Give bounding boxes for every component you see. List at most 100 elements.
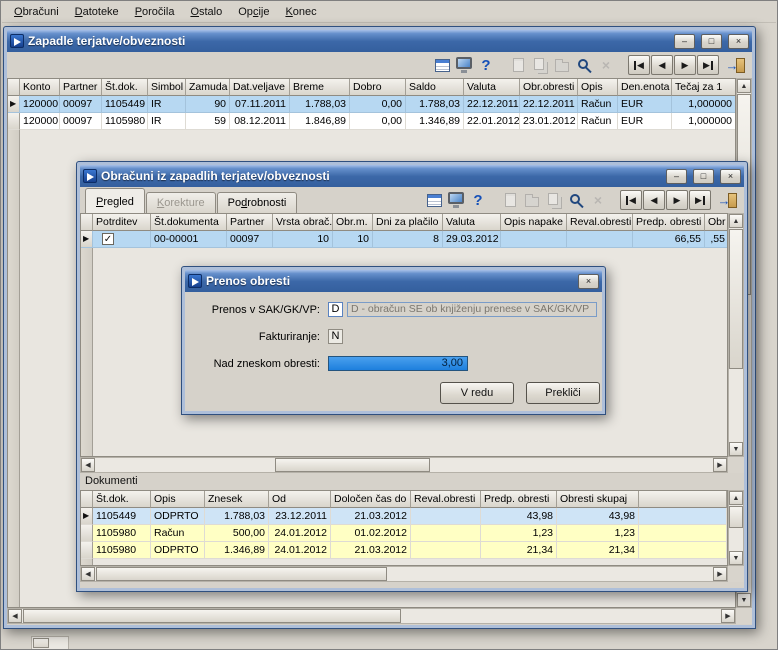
column-header[interactable]: Št.dokumenta xyxy=(151,214,227,231)
potrditev-checkbox[interactable]: ✓ xyxy=(102,233,114,245)
column-header[interactable]: Tečaj za 1 xyxy=(672,79,735,96)
scrollbar-thumb[interactable] xyxy=(729,229,743,370)
column-header[interactable]: Potrditev xyxy=(93,214,151,231)
nav-prev-button[interactable]: ◀ xyxy=(643,190,665,210)
delete-button[interactable]: × xyxy=(587,189,609,211)
column-header[interactable]: Dobro xyxy=(350,79,406,96)
column-header[interactable]: Vrsta obrač. xyxy=(273,214,333,231)
column-header[interactable]: Predp. obresti xyxy=(481,491,557,508)
scroll-right-button[interactable]: ▶ xyxy=(713,458,727,472)
column-header[interactable]: Breme xyxy=(290,79,350,96)
column-header[interactable]: Obr.obresti xyxy=(520,79,578,96)
scroll-right-button[interactable]: ▶ xyxy=(713,567,727,581)
menu-konec[interactable]: Konec xyxy=(277,3,324,21)
copy-button[interactable] xyxy=(529,54,551,76)
column-header[interactable]: Simbol xyxy=(148,79,186,96)
column-header[interactable]: Den.enota xyxy=(618,79,672,96)
column-header[interactable]: Obresti skupaj xyxy=(557,491,639,508)
print-button[interactable] xyxy=(551,54,573,76)
column-header[interactable]: Valuta xyxy=(464,79,520,96)
column-header[interactable]: Partner xyxy=(60,79,102,96)
cancel-button[interactable]: Prekliči xyxy=(526,382,600,404)
close-button[interactable]: × xyxy=(728,33,749,49)
column-header[interactable]: Zamuda xyxy=(186,79,230,96)
nad-zneskom-input[interactable]: 3,00 xyxy=(328,356,468,371)
maximize-button[interactable]: □ xyxy=(701,33,722,49)
column-header[interactable]: Saldo xyxy=(406,79,464,96)
column-header[interactable]: Znesek xyxy=(205,491,269,508)
vertical-scrollbar[interactable]: ▲ ▼ xyxy=(728,213,744,457)
menu-ostalo[interactable]: Ostalo xyxy=(182,3,230,21)
tab-pregled[interactable]: Pregled xyxy=(85,188,145,213)
scroll-up-button[interactable]: ▲ xyxy=(729,214,743,228)
column-header[interactable]: Obr.m. xyxy=(333,214,373,231)
table-row[interactable]: ▶ 120000 00097 1105449 IR 90 07.11.2011 1.788,0… xyxy=(8,96,735,113)
dialog-titlebar[interactable]: Prenos obresti × xyxy=(185,270,602,292)
scrollbar-thumb[interactable] xyxy=(23,609,402,623)
scroll-left-button[interactable]: ◀ xyxy=(8,609,22,623)
scroll-up-button[interactable]: ▲ xyxy=(729,491,743,505)
column-header[interactable]: Opis napake xyxy=(501,214,567,231)
table-row[interactable]: 120000 00097 1105980 IR 59 08.12.2011 1.846,89… xyxy=(8,113,735,130)
vertical-scrollbar[interactable]: ▲ ▼ xyxy=(728,490,744,566)
export-button[interactable] xyxy=(431,54,453,76)
menu-opcije[interactable]: Opcije xyxy=(230,3,277,21)
table-row[interactable]: ▶ 1105449 ODPRTO 1.788,03 23.12.2011 21.03.20… xyxy=(81,508,727,525)
close-button[interactable]: × xyxy=(578,273,599,289)
delete-button[interactable]: × xyxy=(595,54,617,76)
nav-last-button[interactable]: ▶ xyxy=(689,190,711,210)
scroll-down-button[interactable]: ▼ xyxy=(737,593,751,607)
new-document-button[interactable] xyxy=(507,54,529,76)
scroll-up-button[interactable]: ▲ xyxy=(737,79,751,93)
column-header[interactable]: Predp. obresti xyxy=(633,214,705,231)
exit-button[interactable]: → xyxy=(717,189,739,211)
preview-button[interactable] xyxy=(445,189,467,211)
scroll-left-button[interactable]: ◀ xyxy=(81,458,95,472)
nav-prev-button[interactable]: ◀ xyxy=(651,55,673,75)
maximize-button[interactable]: □ xyxy=(693,168,714,184)
nav-last-button[interactable]: ▶ xyxy=(697,55,719,75)
column-header[interactable]: Konto xyxy=(20,79,60,96)
tab-korekture[interactable]: Korekture xyxy=(145,192,216,213)
column-header[interactable]: Od xyxy=(269,491,331,508)
folder-button[interactable] xyxy=(521,189,543,211)
new-document-button[interactable] xyxy=(499,189,521,211)
scroll-down-button[interactable]: ▼ xyxy=(729,442,743,456)
scrollbar-thumb[interactable] xyxy=(274,458,430,472)
column-header[interactable]: Obr xyxy=(705,214,727,231)
table-row[interactable]: ▶ ✓ 00-00001 00097 10 10 8 29.03.2012 66,55,55 xyxy=(81,231,727,248)
scroll-down-button[interactable]: ▼ xyxy=(729,551,743,565)
horizontal-scrollbar[interactable]: ◀ ▶ xyxy=(7,608,736,624)
scrollbar-thumb[interactable] xyxy=(33,638,49,648)
minimize-button[interactable]: – xyxy=(666,168,687,184)
column-header[interactable]: Reval.obresti xyxy=(567,214,633,231)
minimize-button[interactable]: – xyxy=(674,33,695,49)
column-header[interactable]: Opis xyxy=(578,79,618,96)
scroll-right-button[interactable]: ▶ xyxy=(721,609,735,623)
tab-podrobnosti[interactable]: Podrobnosti xyxy=(216,192,298,213)
column-header[interactable]: Opis xyxy=(151,491,205,508)
scrollbar-thumb[interactable] xyxy=(96,567,387,581)
nav-first-button[interactable]: ◀ xyxy=(628,55,650,75)
close-button[interactable]: × xyxy=(720,168,741,184)
exit-button[interactable]: → xyxy=(725,54,747,76)
column-header[interactable]: Dat.veljave xyxy=(230,79,290,96)
nav-next-button[interactable]: ▶ xyxy=(674,55,696,75)
help-button[interactable]: ? xyxy=(467,189,489,211)
column-header[interactable]: Reval.obresti xyxy=(411,491,481,508)
nav-next-button[interactable]: ▶ xyxy=(666,190,688,210)
horizontal-scrollbar[interactable]: ◀ ▶ xyxy=(80,457,728,473)
scrollbar-thumb[interactable] xyxy=(729,506,743,529)
mdi-horizontal-scrollbar[interactable] xyxy=(31,636,69,649)
column-header[interactable]: Št.dok. xyxy=(93,491,151,508)
copy-button[interactable] xyxy=(543,189,565,211)
menu-datoteke[interactable]: Datoteke xyxy=(67,3,127,21)
window-titlebar[interactable]: Zapadle terjatve/obveznosti – □ × xyxy=(7,30,752,52)
table-row[interactable]: 1105980 Račun 500,00 24.01.2012 01.02.2012 1,… xyxy=(81,525,727,542)
fakturiranje-input[interactable]: N xyxy=(328,329,343,344)
column-header[interactable]: Določen čas do xyxy=(331,491,411,508)
nav-first-button[interactable]: ◀ xyxy=(620,190,642,210)
horizontal-scrollbar[interactable]: ◀ ▶ xyxy=(80,566,728,582)
help-button[interactable]: ? xyxy=(475,54,497,76)
prenos-code-input[interactable]: D xyxy=(328,302,343,317)
